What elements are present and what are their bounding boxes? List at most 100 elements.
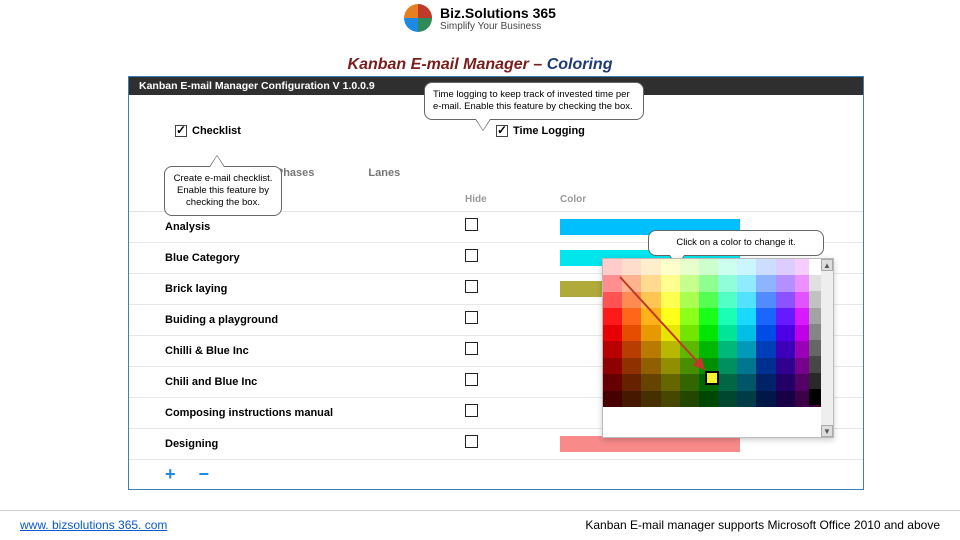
- add-button[interactable]: +: [165, 464, 176, 484]
- palette-cell[interactable]: [603, 391, 622, 407]
- palette-cell[interactable]: [737, 358, 756, 374]
- palette-cell[interactable]: [737, 374, 756, 390]
- palette-cell[interactable]: [641, 259, 660, 275]
- palette-cell[interactable]: [737, 292, 756, 308]
- palette-cell[interactable]: [718, 292, 737, 308]
- row-hide[interactable]: [465, 280, 560, 298]
- palette-cell[interactable]: [680, 391, 699, 407]
- palette-cell[interactable]: [776, 275, 795, 291]
- palette-cell[interactable]: [756, 374, 775, 390]
- palette-cell[interactable]: [603, 308, 622, 324]
- row-hide[interactable]: [465, 342, 560, 360]
- palette-cell[interactable]: [680, 341, 699, 357]
- footer-link[interactable]: www. bizsolutions 365. com: [20, 518, 167, 532]
- palette-cell[interactable]: [661, 308, 680, 324]
- palette-cell[interactable]: [622, 308, 641, 324]
- palette-cell[interactable]: [756, 325, 775, 341]
- palette-cell[interactable]: [699, 341, 718, 357]
- palette-cell[interactable]: [661, 341, 680, 357]
- palette-cell[interactable]: [756, 308, 775, 324]
- palette-cell[interactable]: [737, 325, 756, 341]
- palette-cell[interactable]: [699, 308, 718, 324]
- palette-cell[interactable]: [622, 325, 641, 341]
- palette-cell[interactable]: [661, 374, 680, 390]
- checkbox-icon[interactable]: [175, 125, 187, 137]
- palette-cell[interactable]: [622, 341, 641, 357]
- palette-cell[interactable]: [661, 275, 680, 291]
- palette-cell[interactable]: [622, 259, 641, 275]
- palette-cell[interactable]: [603, 374, 622, 390]
- delete-button[interactable]: −: [199, 464, 210, 484]
- palette-cell[interactable]: [603, 341, 622, 357]
- palette-cell[interactable]: [718, 275, 737, 291]
- picker-scrollbar[interactable]: ▲ ▼: [821, 259, 833, 437]
- palette-cell[interactable]: [737, 275, 756, 291]
- palette-cell[interactable]: [776, 325, 795, 341]
- palette-cell[interactable]: [756, 341, 775, 357]
- row-hide[interactable]: [465, 435, 560, 453]
- checkbox-icon[interactable]: [496, 125, 508, 137]
- palette-cell[interactable]: [603, 275, 622, 291]
- palette-cell[interactable]: [776, 341, 795, 357]
- palette-cell[interactable]: [718, 259, 737, 275]
- palette-cell[interactable]: [641, 374, 660, 390]
- palette-cell[interactable]: [680, 325, 699, 341]
- palette-cell[interactable]: [641, 341, 660, 357]
- palette-cell[interactable]: [603, 259, 622, 275]
- row-hide[interactable]: [465, 218, 560, 236]
- tab-lanes[interactable]: Lanes: [368, 167, 400, 186]
- row-hide[interactable]: [465, 311, 560, 329]
- palette-cell[interactable]: [641, 275, 660, 291]
- palette-cell[interactable]: [661, 358, 680, 374]
- palette-cell[interactable]: [641, 391, 660, 407]
- time-logging-toggle[interactable]: Time Logging: [496, 125, 817, 137]
- palette-cell[interactable]: [661, 259, 680, 275]
- palette-cell[interactable]: [680, 358, 699, 374]
- palette-cell[interactable]: [622, 391, 641, 407]
- scroll-up-icon[interactable]: ▲: [821, 259, 833, 271]
- palette-cell[interactable]: [776, 374, 795, 390]
- palette-cell[interactable]: [622, 358, 641, 374]
- row-hide[interactable]: [465, 404, 560, 422]
- palette-cell[interactable]: [641, 308, 660, 324]
- color-picker[interactable]: ▲ ▼: [602, 258, 834, 438]
- palette-cell[interactable]: [680, 374, 699, 390]
- palette-cell[interactable]: [641, 358, 660, 374]
- palette-cell[interactable]: [718, 358, 737, 374]
- palette-cell[interactable]: [756, 292, 775, 308]
- palette-cell[interactable]: [603, 292, 622, 308]
- palette-cell[interactable]: [699, 391, 718, 407]
- scroll-down-icon[interactable]: ▼: [821, 425, 833, 437]
- grey-cell[interactable]: [809, 324, 821, 340]
- grey-cell[interactable]: [809, 356, 821, 372]
- grey-cell[interactable]: [809, 373, 821, 389]
- grey-cell[interactable]: [809, 340, 821, 356]
- palette-cell[interactable]: [680, 275, 699, 291]
- palette-cell[interactable]: [680, 292, 699, 308]
- palette-cell[interactable]: [718, 391, 737, 407]
- palette-cell[interactable]: [776, 259, 795, 275]
- grey-cell[interactable]: [809, 389, 821, 405]
- grey-cell[interactable]: [809, 259, 821, 275]
- palette-cell[interactable]: [680, 308, 699, 324]
- palette-cell[interactable]: [699, 275, 718, 291]
- palette-cell[interactable]: [622, 292, 641, 308]
- palette-cell[interactable]: [718, 325, 737, 341]
- row-color-swatch[interactable]: [560, 436, 740, 452]
- palette-cell[interactable]: [756, 259, 775, 275]
- palette-cell[interactable]: [661, 391, 680, 407]
- palette-cell[interactable]: [756, 358, 775, 374]
- row-hide[interactable]: [465, 373, 560, 391]
- palette-cell[interactable]: [737, 308, 756, 324]
- checklist-toggle[interactable]: Checklist: [175, 125, 496, 137]
- palette-cell[interactable]: [641, 292, 660, 308]
- palette-cell[interactable]: [737, 259, 756, 275]
- grey-cell[interactable]: [809, 291, 821, 307]
- palette-cell[interactable]: [776, 308, 795, 324]
- palette-cell[interactable]: [756, 275, 775, 291]
- grey-cell[interactable]: [809, 275, 821, 291]
- palette-cell[interactable]: [776, 358, 795, 374]
- row-hide[interactable]: [465, 249, 560, 267]
- grey-cell[interactable]: [809, 308, 821, 324]
- palette-cell[interactable]: [661, 292, 680, 308]
